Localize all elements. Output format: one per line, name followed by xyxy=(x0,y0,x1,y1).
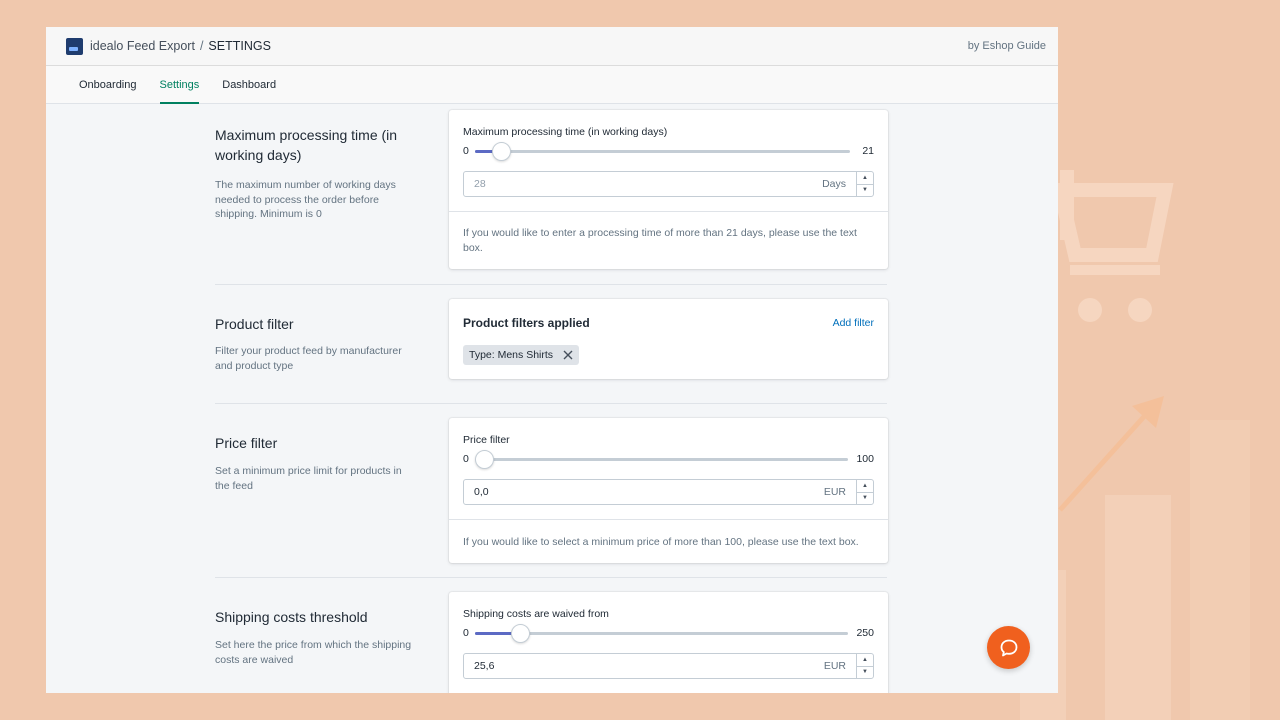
filter-tag: Type: Mens Shirts xyxy=(463,345,580,365)
tab-onboarding[interactable]: Onboarding xyxy=(79,66,137,103)
input-suffix: EUR xyxy=(823,486,846,498)
help-text: If you would like to enter a processing … xyxy=(463,227,857,254)
section-divider xyxy=(215,577,887,578)
help-text: If you would like to select a minimum pr… xyxy=(463,536,859,548)
slider-track[interactable] xyxy=(475,623,849,643)
slider-min-label: 0 xyxy=(463,453,469,465)
input-suffix: Days xyxy=(822,178,846,190)
card-footer: If you would like to select a minimum pr… xyxy=(449,519,888,563)
section-description: Set here the price from which the shippi… xyxy=(215,639,412,666)
product-filter-section: Product filter Filter your product feed … xyxy=(215,299,888,389)
card-heading: Product filters applied xyxy=(463,316,590,330)
section-title: Shipping costs threshold xyxy=(215,609,368,625)
slider-max-label: 250 xyxy=(856,627,874,639)
section-description: The maximum number of working days neede… xyxy=(215,179,396,220)
shipping-card: Shipping costs are waived from 0 250 25,… xyxy=(449,592,888,693)
input-value[interactable]: 0,0 xyxy=(464,486,824,498)
slider-max-label: 100 xyxy=(856,453,874,465)
price-input[interactable]: 0,0 EUR ▲ ▼ xyxy=(463,479,874,505)
processing-time-slider[interactable]: 0 21 xyxy=(463,141,874,161)
product-filter-card: Product filters applied Add filter Type:… xyxy=(449,299,888,379)
breadcrumb-separator: / xyxy=(199,39,204,53)
section-divider xyxy=(215,403,887,404)
by-line: by Eshop Guide xyxy=(967,40,1046,52)
card-footer: If you would like to enter a processing … xyxy=(449,211,888,269)
price-filter-card: Price filter 0 100 0,0 EUR ▲ ▼ If you wo… xyxy=(449,418,888,563)
processing-time-section: Maximum processing time (in working days… xyxy=(215,110,888,280)
tab-bar: Onboarding Settings Dashboard xyxy=(46,66,1058,104)
number-stepper: ▲ ▼ xyxy=(856,654,873,678)
caret-down-icon[interactable]: ▼ xyxy=(857,665,873,679)
caret-up-icon[interactable]: ▲ xyxy=(857,654,873,666)
slider-max-label: 21 xyxy=(862,145,874,157)
section-description: Filter your product feed by manufacturer… xyxy=(215,345,402,372)
app-window: idealo Feed Export / SETTINGS by Eshop G… xyxy=(46,27,1058,693)
slider-min-label: 0 xyxy=(463,145,469,157)
shipping-slider[interactable]: 0 250 xyxy=(463,623,874,643)
number-stepper: ▲ ▼ xyxy=(856,172,873,196)
section-title: Product filter xyxy=(215,316,294,332)
close-icon[interactable] xyxy=(561,348,575,362)
field-label: Shipping costs are waived from xyxy=(463,608,609,620)
idealo-logo-icon xyxy=(66,37,83,55)
section-divider xyxy=(215,284,887,285)
slider-min-label: 0 xyxy=(463,627,469,639)
slider-thumb[interactable] xyxy=(475,449,494,469)
page-title: SETTINGS xyxy=(208,39,271,53)
caret-down-icon[interactable]: ▼ xyxy=(857,491,873,505)
price-filter-section: Price filter Set a minimum price limit f… xyxy=(215,418,888,568)
input-placeholder[interactable]: 28 xyxy=(464,178,822,190)
price-filter-slider[interactable]: 0 100 xyxy=(463,449,874,469)
chat-bubble-icon[interactable] xyxy=(987,626,1030,669)
caret-down-icon[interactable]: ▼ xyxy=(857,183,873,197)
bar-decoration xyxy=(1190,420,1250,720)
filter-tag-label: Type: Mens Shirts xyxy=(469,349,554,361)
add-filter-link[interactable]: Add filter xyxy=(833,317,874,329)
field-label: Price filter xyxy=(463,434,510,446)
tab-settings[interactable]: Settings xyxy=(159,66,199,104)
slider-thumb[interactable] xyxy=(510,623,530,643)
processing-days-input[interactable]: 28 Days ▲ ▼ xyxy=(463,171,874,197)
caret-up-icon[interactable]: ▲ xyxy=(857,172,873,184)
processing-time-card: Maximum processing time (in working days… xyxy=(449,110,888,269)
input-value[interactable]: 25,6 xyxy=(464,660,824,672)
slider-track[interactable] xyxy=(475,449,849,469)
number-stepper: ▲ ▼ xyxy=(856,480,873,504)
cart-illustration-icon xyxy=(1051,170,1174,322)
input-suffix: EUR xyxy=(823,660,846,672)
tab-dashboard[interactable]: Dashboard xyxy=(222,66,276,103)
section-description: Set a minimum price limit for products i… xyxy=(215,465,402,492)
caret-up-icon[interactable]: ▲ xyxy=(857,480,873,492)
shipping-threshold-section: Shipping costs threshold Set here the pr… xyxy=(215,592,888,693)
section-title: Maximum processing time (in working days… xyxy=(215,127,398,163)
app-name[interactable]: idealo Feed Export xyxy=(90,39,195,53)
section-title: Price filter xyxy=(215,435,278,451)
top-bar: idealo Feed Export / SETTINGS by Eshop G… xyxy=(46,27,1058,66)
shipping-threshold-input[interactable]: 25,6 EUR ▲ ▼ xyxy=(463,653,874,679)
slider-thumb[interactable] xyxy=(492,141,512,161)
field-label: Maximum processing time (in working days… xyxy=(463,126,668,138)
bar-decoration xyxy=(1105,495,1171,720)
slider-track[interactable] xyxy=(475,141,850,161)
